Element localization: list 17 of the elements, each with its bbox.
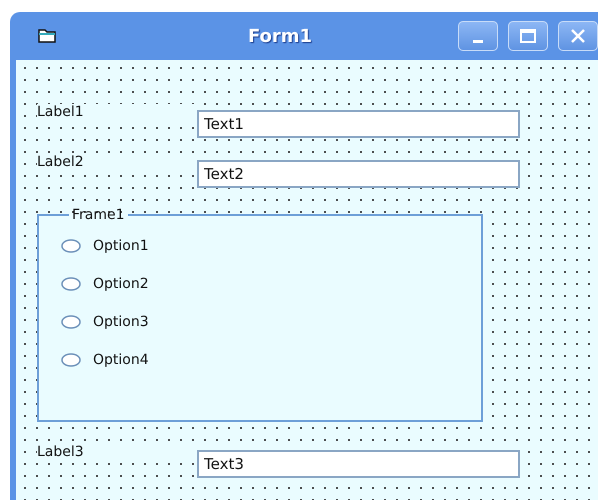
field-label: Label1 [37, 104, 197, 120]
option-radio[interactable]: Option2 [61, 265, 149, 303]
minimize-icon [473, 40, 483, 42]
text-field[interactable]: Text2 [197, 160, 520, 188]
maximize-icon [519, 28, 537, 44]
minimize-button[interactable] [458, 21, 498, 51]
option-radio[interactable]: Option1 [61, 227, 149, 265]
option-radio[interactable]: Option3 [61, 303, 149, 341]
option-radio[interactable]: Option4 [61, 341, 149, 379]
frame-caption: Frame1 [71, 207, 126, 223]
text-field[interactable]: Text3 [197, 450, 520, 478]
window-title: Form1 [248, 26, 312, 46]
maximize-button[interactable] [508, 21, 548, 51]
close-icon [569, 28, 587, 44]
folder-icon [38, 29, 56, 43]
text-field[interactable]: Text1 [197, 110, 520, 138]
close-button[interactable] [558, 21, 598, 51]
